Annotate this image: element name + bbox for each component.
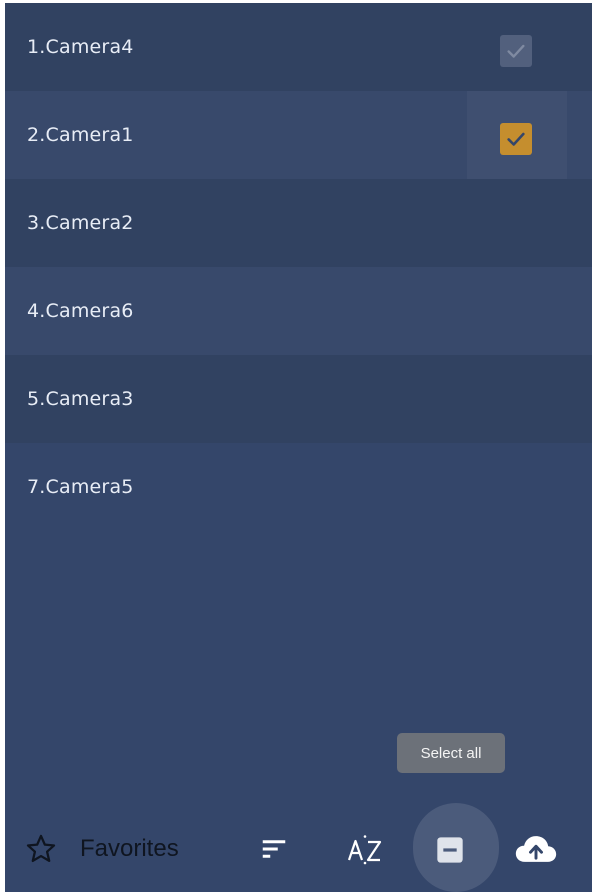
camera-label: 2.Camera1	[27, 124, 134, 146]
bottom-toolbar: Favorites	[5, 803, 592, 892]
favorites-label: Favorites	[80, 835, 179, 862]
camera-list: 1.Camera4 2.Camera1 3.Camera2 4.Camera6 …	[5, 3, 592, 531]
cloud-upload-icon[interactable]	[513, 831, 559, 867]
check-icon	[507, 44, 525, 58]
star-outline-icon[interactable]	[23, 831, 59, 867]
camera-checkbox[interactable]	[500, 123, 532, 155]
camera-list-item[interactable]: 5.Camera3	[5, 355, 592, 443]
camera-list-item[interactable]: 4.Camera6	[5, 267, 592, 355]
camera-label: 7.Camera5	[27, 476, 134, 498]
select-all-icon[interactable]	[433, 833, 467, 867]
camera-panel: 1.Camera4 2.Camera1 3.Camera2 4.Camera6 …	[5, 3, 592, 892]
camera-list-item[interactable]: 7.Camera5	[5, 443, 592, 531]
camera-checkbox[interactable]	[500, 35, 532, 67]
camera-label: 5.Camera3	[27, 388, 134, 410]
sort-icon[interactable]	[257, 833, 291, 865]
favorites-button[interactable]: Favorites	[80, 833, 179, 865]
camera-label: 3.Camera2	[27, 212, 134, 234]
camera-label: 4.Camera6	[27, 300, 134, 322]
select-all-tooltip: Select all	[397, 733, 505, 773]
tooltip-text: Select all	[420, 744, 482, 762]
camera-label: 1.Camera4	[27, 36, 134, 58]
check-icon	[507, 132, 525, 146]
camera-list-item[interactable]: 1.Camera4	[5, 3, 592, 91]
camera-list-item[interactable]: 2.Camera1	[5, 91, 592, 179]
camera-list-item[interactable]: 3.Camera2	[5, 179, 592, 267]
sort-az-icon[interactable]	[345, 831, 387, 867]
